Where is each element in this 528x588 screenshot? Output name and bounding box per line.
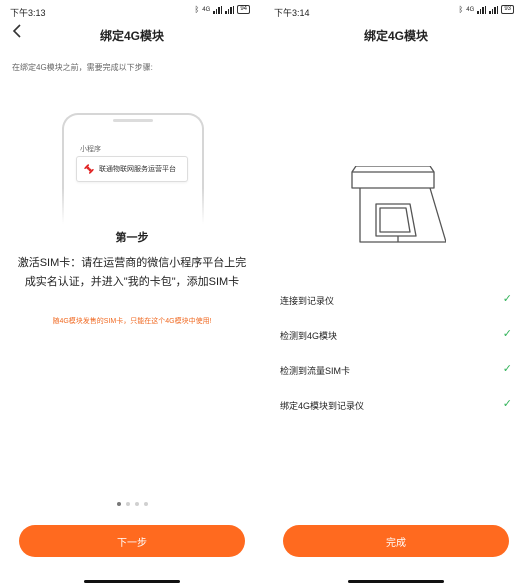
checklist-label: 检测到流量SIM卡: [280, 366, 351, 376]
phone-speaker: [113, 119, 153, 122]
battery-indicator: 94: [237, 5, 250, 14]
status-bar: 下午3:13 ᛒ 4G 94: [0, 0, 264, 22]
status-time: 下午3:13: [10, 8, 46, 18]
bluetooth-icon: ᛒ: [458, 5, 464, 14]
signal-icon: [225, 5, 235, 14]
nav-bar: 绑定4G模块: [264, 22, 528, 46]
signal-icon: [477, 5, 487, 14]
step-description: 激活SIM卡：请在运营商的微信小程序平台上完成实名认证，并进入"我的卡包"，添加…: [17, 257, 247, 288]
operator-card: 联通物联网服务运营平台: [76, 156, 188, 182]
checklist-label: 检测到4G模块: [280, 331, 338, 341]
page-dot: [134, 502, 139, 506]
battery-indicator: 93: [501, 5, 514, 14]
home-indicator: [84, 580, 180, 583]
network-type: 4G: [202, 6, 211, 13]
dashcam-illustration: [350, 165, 447, 246]
operator-card-text: 联通物联网服务运营平台: [99, 166, 176, 173]
checklist: 连接到记录仪 ✓ 检测到4G模块 ✓ 检测到流量SIM卡 ✓ 绑定4G模块到记录…: [280, 288, 512, 428]
next-step-button[interactable]: 下一步: [19, 525, 245, 557]
signal-icon: [213, 5, 223, 14]
step-title: 第一步: [115, 232, 149, 244]
checkmark-icon: ✓: [502, 328, 512, 340]
checklist-label: 连接到记录仪: [280, 296, 335, 306]
status-bar: 下午3:14 ᛒ 4G 93: [264, 0, 528, 22]
checklist-item: 绑定4G模块到记录仪 ✓: [280, 393, 512, 428]
page-dot-active: [116, 502, 121, 506]
intro-text: 在绑定4G模块之前，需要完成以下步骤:: [12, 63, 153, 72]
checkmark-icon: ✓: [502, 398, 512, 410]
checklist-label: 绑定4G模块到记录仪: [280, 401, 365, 411]
china-unicom-logo-icon: [84, 164, 94, 174]
checklist-item: 连接到记录仪 ✓: [280, 288, 512, 323]
page-dot: [125, 502, 130, 506]
finish-button[interactable]: 完成: [283, 525, 509, 557]
page-title: 绑定4G模块: [99, 29, 164, 43]
bluetooth-icon: ᛒ: [194, 5, 200, 14]
nav-bar: 绑定4G模块: [0, 22, 264, 46]
right-screen: 下午3:14 ᛒ 4G 93 绑定4G模块 连接到记录仪 ✓ 检测到4G模块 ✓…: [264, 0, 528, 588]
sim-warning: 随4G模块发售的SIM卡，只能在这个4G模块中使用!: [52, 318, 212, 325]
left-screen: 下午3:13 ᛒ 4G 94 绑定4G模块 在绑定4G模块之前，需要完成以下步骤…: [0, 0, 264, 588]
home-indicator: [348, 580, 444, 583]
page-title: 绑定4G模块: [363, 29, 428, 43]
checkmark-icon: ✓: [502, 293, 512, 305]
page-dot: [143, 502, 148, 506]
status-time: 下午3:14: [274, 8, 310, 18]
mini-program-label: 小程序: [80, 146, 101, 153]
checkmark-icon: ✓: [502, 363, 512, 375]
checklist-item: 检测到4G模块 ✓: [280, 323, 512, 358]
checklist-item: 检测到流量SIM卡 ✓: [280, 358, 512, 393]
page-indicator: [0, 502, 264, 506]
network-type: 4G: [466, 6, 475, 13]
signal-icon: [489, 5, 499, 14]
